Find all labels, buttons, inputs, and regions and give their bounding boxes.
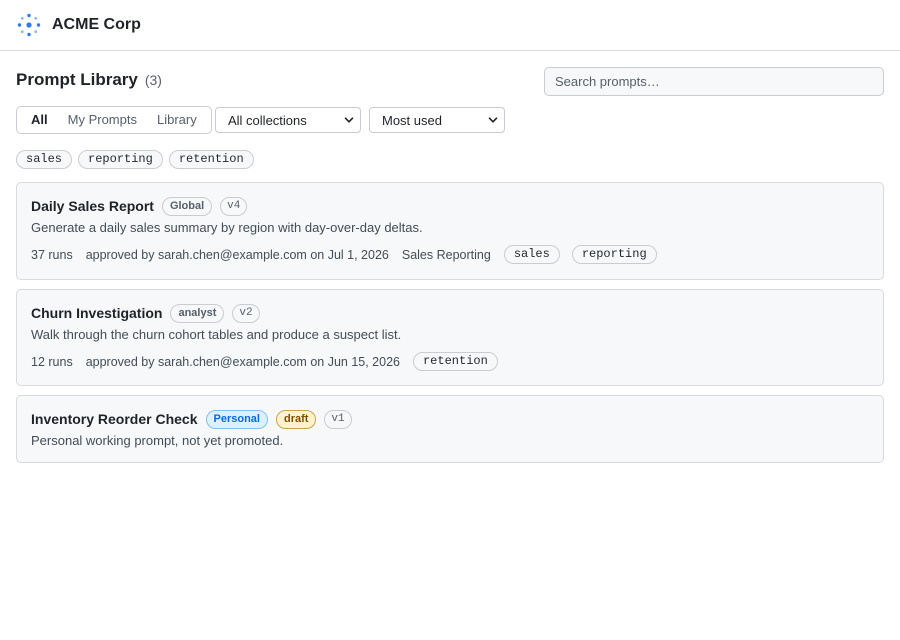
chevron-down-icon	[488, 117, 498, 123]
search-input[interactable]	[544, 67, 884, 96]
tab-all[interactable]: All	[21, 107, 58, 133]
acme-logo-icon[interactable]	[16, 12, 42, 38]
prompt-tag[interactable]: sales	[503, 245, 560, 264]
version-badge: v1	[324, 409, 352, 429]
personal-badge: Personal	[205, 409, 268, 429]
tab-my-prompts[interactable]: My Prompts	[58, 107, 147, 133]
run-count: 37 runs	[31, 247, 73, 262]
prompt-title[interactable]: Churn Investigation	[31, 305, 162, 321]
version-badge: v2	[232, 303, 260, 323]
approval-info: approved by sarah.chen@example.com on Ju…	[85, 354, 400, 369]
prompt-title[interactable]: Inventory Reorder Check	[31, 411, 198, 427]
prompt-description: Walk through the churn cohort tables and…	[31, 327, 402, 342]
collection-name: Sales Reporting	[401, 247, 491, 262]
collection-select-value: All collections	[228, 112, 307, 128]
version-badge: v4	[220, 196, 248, 216]
approval-info: approved by sarah.chen@example.com on Ju…	[85, 247, 389, 262]
prompt-tag[interactable]: retention	[412, 352, 498, 371]
chevron-down-icon	[344, 117, 354, 123]
tab-library[interactable]: Library	[147, 107, 207, 133]
prompt-card[interactable]: Daily Sales Report Global v4 Generate a …	[16, 182, 884, 280]
prompt-meta: 12 runs approved by sarah.chen@example.c…	[31, 352, 869, 371]
prompt-description: Generate a daily sales summary by region…	[31, 220, 423, 235]
page-title-text: Prompt Library	[16, 70, 138, 89]
draft-badge: draft	[275, 409, 317, 429]
role-badge: analyst	[170, 303, 225, 323]
prompt-description: Personal working prompt, not yet promote…	[31, 433, 284, 448]
run-count: 12 runs	[31, 354, 73, 369]
sort-select-value: Most used	[382, 112, 442, 128]
scope-filter: All My Prompts Library	[16, 106, 212, 134]
tag-filter-retention[interactable]: retention	[168, 150, 254, 169]
scope-badge: Global	[161, 196, 213, 216]
tag-filter-row: sales reporting retention	[16, 150, 254, 169]
prompt-title[interactable]: Daily Sales Report	[31, 198, 154, 214]
brand-name: ACME Corp	[52, 16, 141, 33]
top-bar: ACME Corp	[0, 0, 900, 51]
prompt-tag[interactable]: reporting	[571, 245, 657, 264]
tag-filter-sales[interactable]: sales	[16, 150, 73, 169]
sort-select[interactable]: Most used	[369, 107, 505, 133]
collection-select[interactable]: All collections	[215, 107, 361, 133]
page-title: Prompt Library (3)	[16, 70, 162, 90]
prompt-card[interactable]: Churn Investigation analyst v2 Walk thro…	[16, 289, 884, 386]
prompt-count: (3)	[144, 72, 162, 88]
tag-filter-reporting[interactable]: reporting	[78, 150, 163, 169]
prompt-meta: 37 runs approved by sarah.chen@example.c…	[31, 245, 869, 264]
prompt-card[interactable]: Inventory Reorder Check Personal draft v…	[16, 395, 884, 463]
